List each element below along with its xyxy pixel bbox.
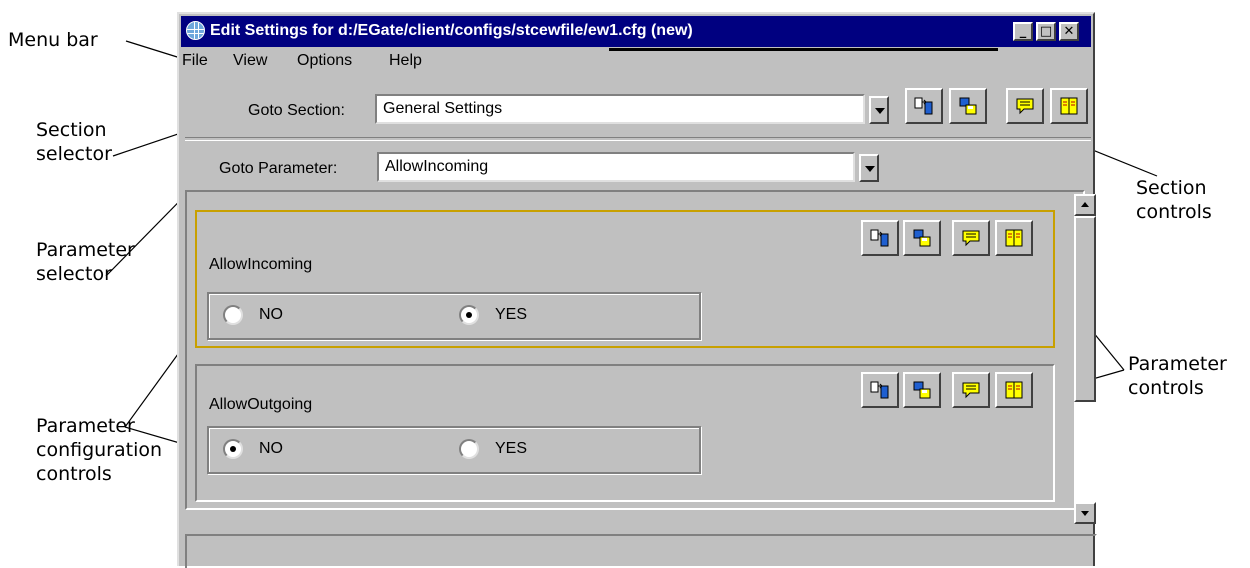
scroll-down-button[interactable] — [1074, 502, 1096, 524]
callout-text: selector — [36, 143, 112, 165]
param-help-button[interactable] — [995, 220, 1033, 256]
callout-menu-bar: Menu bar — [8, 28, 98, 52]
goto-parameter-dropdown-button[interactable] — [859, 154, 879, 182]
callout-section-controls: Section controls — [1136, 176, 1212, 224]
help-book-icon — [1060, 97, 1078, 115]
param-import-button[interactable] — [861, 220, 899, 256]
maximize-button[interactable]: □ — [1036, 22, 1056, 41]
close-button[interactable]: ✕ — [1059, 22, 1079, 41]
param-copy-button[interactable] — [903, 372, 941, 408]
comment-icon — [962, 230, 980, 247]
edit-settings-window: Edit Settings for d:/EGate/client/config… — [177, 12, 1097, 568]
minimize-button[interactable]: _ — [1013, 22, 1033, 41]
section-copy-button[interactable] — [949, 88, 987, 124]
param-name: AllowIncoming — [209, 256, 313, 273]
menu-file[interactable]: File — [182, 52, 208, 70]
goto-section-label: Goto Section: — [248, 102, 345, 119]
help-book-icon — [1005, 229, 1023, 247]
radio-button[interactable] — [223, 439, 243, 459]
callout-text: Section — [36, 119, 107, 141]
radio-label: YES — [495, 440, 528, 457]
callout-text: Parameter — [36, 415, 135, 437]
goto-parameter-label: Goto Parameter: — [219, 160, 338, 177]
copy-save-icon — [913, 381, 931, 399]
globe-icon[interactable] — [186, 21, 205, 40]
radio-label: NO — [259, 306, 283, 323]
comment-icon — [1016, 98, 1034, 115]
status-bar — [185, 534, 1097, 568]
radio-button[interactable] — [459, 439, 479, 459]
param-radio-group: NO YES — [207, 426, 701, 474]
param-panel-allowincoming: AllowIncoming NO YES — [195, 210, 1055, 348]
param-comment-button[interactable] — [952, 220, 990, 256]
radio-button[interactable] — [223, 305, 243, 325]
param-comment-button[interactable] — [952, 372, 990, 408]
callout-parameter-selector: Parameter selector — [36, 238, 135, 286]
param-import-button[interactable] — [861, 372, 899, 408]
parameter-scroll-pane[interactable]: AllowIncoming NO YES AllowOutgoing NO YE… — [185, 190, 1085, 510]
param-panel-allowoutgoing: AllowOutgoing NO YES — [195, 364, 1055, 502]
callout-text: Parameter — [1128, 353, 1227, 375]
scroll-up-button[interactable] — [1074, 194, 1096, 216]
callout-text: controls — [1128, 377, 1204, 399]
menu-help[interactable]: Help — [389, 52, 422, 70]
comment-icon — [962, 382, 980, 399]
copy-save-icon — [913, 229, 931, 247]
param-help-button[interactable] — [995, 372, 1033, 408]
callout-text: Menu bar — [8, 29, 98, 51]
param-radio-group: NO YES — [207, 292, 701, 340]
callout-text: controls — [1136, 201, 1212, 223]
radio-label: YES — [495, 306, 528, 323]
title-bar[interactable]: Edit Settings for d:/EGate/client/config… — [181, 16, 1091, 47]
goto-section-dropdown-button[interactable] — [869, 96, 889, 124]
section-separator — [185, 137, 1091, 141]
callout-text: Parameter — [36, 239, 135, 261]
goto-section-input[interactable]: General Settings — [375, 94, 865, 124]
param-name: AllowOutgoing — [209, 396, 313, 413]
callout-text: controls — [36, 463, 112, 485]
callout-section-selector: Section selector — [36, 118, 112, 166]
menu-view[interactable]: View — [233, 52, 267, 70]
import-icon — [870, 229, 889, 247]
callout-parameter-controls: Parameter controls — [1128, 352, 1227, 400]
menu-options[interactable]: Options — [297, 52, 352, 70]
callout-text: selector — [36, 263, 112, 285]
param-copy-button[interactable] — [903, 220, 941, 256]
radio-button[interactable] — [459, 305, 479, 325]
title-underline-mark — [609, 48, 998, 51]
scroll-thumb[interactable] — [1074, 216, 1096, 402]
callout-text: Section — [1136, 177, 1207, 199]
import-icon — [914, 97, 933, 115]
goto-parameter-input[interactable]: AllowIncoming — [377, 152, 855, 182]
help-book-icon — [1005, 381, 1023, 399]
section-help-button[interactable] — [1050, 88, 1088, 124]
section-comment-button[interactable] — [1006, 88, 1044, 124]
vertical-scrollbar[interactable] — [1074, 194, 1096, 524]
window-title: Edit Settings for d:/EGate/client/config… — [210, 22, 693, 39]
section-import-button[interactable] — [905, 88, 943, 124]
radio-label: NO — [259, 440, 283, 457]
copy-save-icon — [959, 97, 977, 115]
callout-text: configuration — [36, 439, 163, 461]
import-icon — [870, 381, 889, 399]
callout-parameter-config: Parameter configuration controls — [36, 414, 162, 486]
